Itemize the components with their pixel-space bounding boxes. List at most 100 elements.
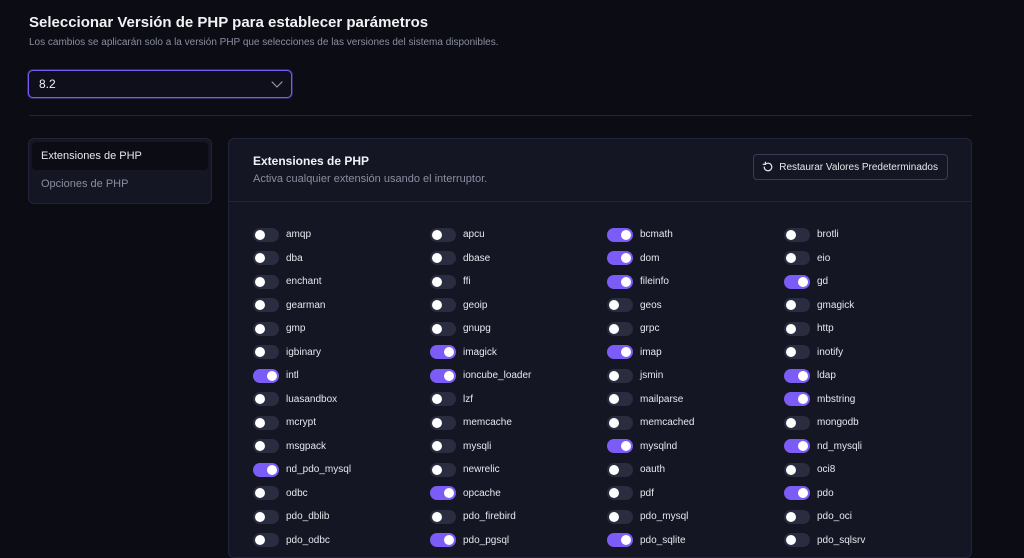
extension-toggle-http[interactable] — [784, 321, 810, 336]
toggle-knob — [444, 370, 454, 381]
extension-toggle-luasandbox[interactable] — [253, 392, 279, 407]
extension-label: bcmath — [640, 229, 673, 241]
extension-toggle-mailparse[interactable] — [607, 392, 633, 407]
extension-toggle-dbase[interactable] — [430, 251, 456, 266]
extension-toggle-gnupg[interactable] — [430, 321, 456, 336]
extension-toggle-intl[interactable] — [253, 368, 279, 383]
extension-toggle-pdo_oci[interactable] — [784, 509, 810, 524]
extension-toggle-enchant[interactable] — [253, 274, 279, 289]
extension-item: pdo_oci — [784, 505, 961, 529]
extension-toggle-pdo_firebird[interactable] — [430, 509, 456, 524]
sidebar-item-php-extensions[interactable]: Extensiones de PHP — [32, 142, 208, 170]
extension-toggle-nd_mysqli[interactable] — [784, 439, 810, 454]
extension-label: dom — [640, 252, 660, 264]
extension-item: mysqlnd — [607, 435, 784, 459]
extension-toggle-pdf[interactable] — [607, 486, 633, 501]
extension-toggle-geoip[interactable] — [430, 298, 456, 313]
extension-toggle-pdo_odbc[interactable] — [253, 533, 279, 548]
panel-title: Extensiones de PHP — [253, 154, 370, 168]
extension-toggle-grpc[interactable] — [607, 321, 633, 336]
php-version-select[interactable]: 8.2 — [28, 70, 292, 98]
extension-toggle-fileinfo[interactable] — [607, 274, 633, 289]
extension-label: geoip — [463, 299, 488, 311]
extension-toggle-gearman[interactable] — [253, 298, 279, 313]
extension-toggle-odbc[interactable] — [253, 486, 279, 501]
extension-toggle-mongodb[interactable] — [784, 415, 810, 430]
extension-toggle-geos[interactable] — [607, 298, 633, 313]
toggle-knob — [798, 441, 808, 452]
extension-label: mysqlnd — [640, 440, 678, 452]
extension-item: pdo_sqlite — [607, 529, 784, 553]
extension-toggle-imap[interactable] — [607, 345, 633, 360]
extension-toggle-memcached[interactable] — [607, 415, 633, 430]
extension-toggle-mbstring[interactable] — [784, 392, 810, 407]
extension-toggle-dba[interactable] — [253, 251, 279, 266]
toggle-knob — [432, 511, 442, 522]
extension-toggle-eio[interactable] — [784, 251, 810, 266]
extension-label: pdo_pgsql — [463, 534, 510, 546]
extension-toggle-pdo_sqlsrv[interactable] — [784, 533, 810, 548]
extension-label: pdf — [640, 487, 654, 499]
extension-toggle-ldap[interactable] — [784, 368, 810, 383]
extension-item: pdo_firebird — [430, 505, 607, 529]
extension-toggle-gmp[interactable] — [253, 321, 279, 336]
extension-toggle-imagick[interactable] — [430, 345, 456, 360]
extension-toggle-ffi[interactable] — [430, 274, 456, 289]
extension-label: brotli — [817, 229, 839, 241]
extension-item: nd_pdo_mysql — [253, 458, 430, 482]
extension-item: pdo — [784, 482, 961, 506]
extension-toggle-brotli[interactable] — [784, 227, 810, 242]
extension-item: odbc — [253, 482, 430, 506]
extension-toggle-mysqlnd[interactable] — [607, 439, 633, 454]
extension-toggle-oauth[interactable] — [607, 462, 633, 477]
extension-item: gmp — [253, 317, 430, 341]
extension-label: opcache — [463, 487, 501, 499]
extension-toggle-gmagick[interactable] — [784, 298, 810, 313]
extension-toggle-mysqli[interactable] — [430, 439, 456, 454]
extension-item: inotify — [784, 341, 961, 365]
extension-toggle-pdo[interactable] — [784, 486, 810, 501]
toggle-knob — [255, 488, 265, 499]
extension-item: geoip — [430, 294, 607, 318]
extension-item: mailparse — [607, 388, 784, 412]
extension-toggle-oci8[interactable] — [784, 462, 810, 477]
extension-label: pdo_sqlsrv — [817, 534, 866, 546]
restore-defaults-button[interactable]: Restaurar Valores Predeterminados — [753, 154, 948, 180]
extension-toggle-gd[interactable] — [784, 274, 810, 289]
extension-toggle-opcache[interactable] — [430, 486, 456, 501]
toggle-knob — [255, 347, 265, 358]
extension-toggle-inotify[interactable] — [784, 345, 810, 360]
extension-toggle-igbinary[interactable] — [253, 345, 279, 360]
extension-toggle-ioncube_loader[interactable] — [430, 368, 456, 383]
extension-toggle-pdo_mysql[interactable] — [607, 509, 633, 524]
toggle-knob — [786, 464, 796, 475]
divider — [29, 115, 972, 116]
extension-item: gmagick — [784, 294, 961, 318]
extension-toggle-amqp[interactable] — [253, 227, 279, 242]
toggle-knob — [609, 370, 619, 381]
extension-toggle-lzf[interactable] — [430, 392, 456, 407]
extension-toggle-apcu[interactable] — [430, 227, 456, 242]
toggle-knob — [798, 276, 808, 287]
extension-label: igbinary — [286, 346, 322, 358]
extension-toggle-pdo_dblib[interactable] — [253, 509, 279, 524]
extension-toggle-bcmath[interactable] — [607, 227, 633, 242]
extension-toggle-dom[interactable] — [607, 251, 633, 266]
extension-label: mongodb — [817, 417, 859, 429]
toggle-knob — [255, 417, 265, 428]
sidebar-item-php-options[interactable]: Opciones de PHP — [32, 170, 208, 198]
toggle-knob — [432, 300, 442, 311]
extension-toggle-jsmin[interactable] — [607, 368, 633, 383]
toggle-knob — [609, 323, 619, 334]
extension-toggle-newrelic[interactable] — [430, 462, 456, 477]
extension-toggle-nd_pdo_mysql[interactable] — [253, 462, 279, 477]
extension-toggle-msgpack[interactable] — [253, 439, 279, 454]
extension-item: memcached — [607, 411, 784, 435]
extension-item: newrelic — [430, 458, 607, 482]
extension-toggle-pdo_pgsql[interactable] — [430, 533, 456, 548]
extension-label: imagick — [463, 346, 497, 358]
extension-toggle-mcrypt[interactable] — [253, 415, 279, 430]
extension-toggle-pdo_sqlite[interactable] — [607, 533, 633, 548]
extension-toggle-memcache[interactable] — [430, 415, 456, 430]
extension-label: pdo_dblib — [286, 511, 330, 523]
